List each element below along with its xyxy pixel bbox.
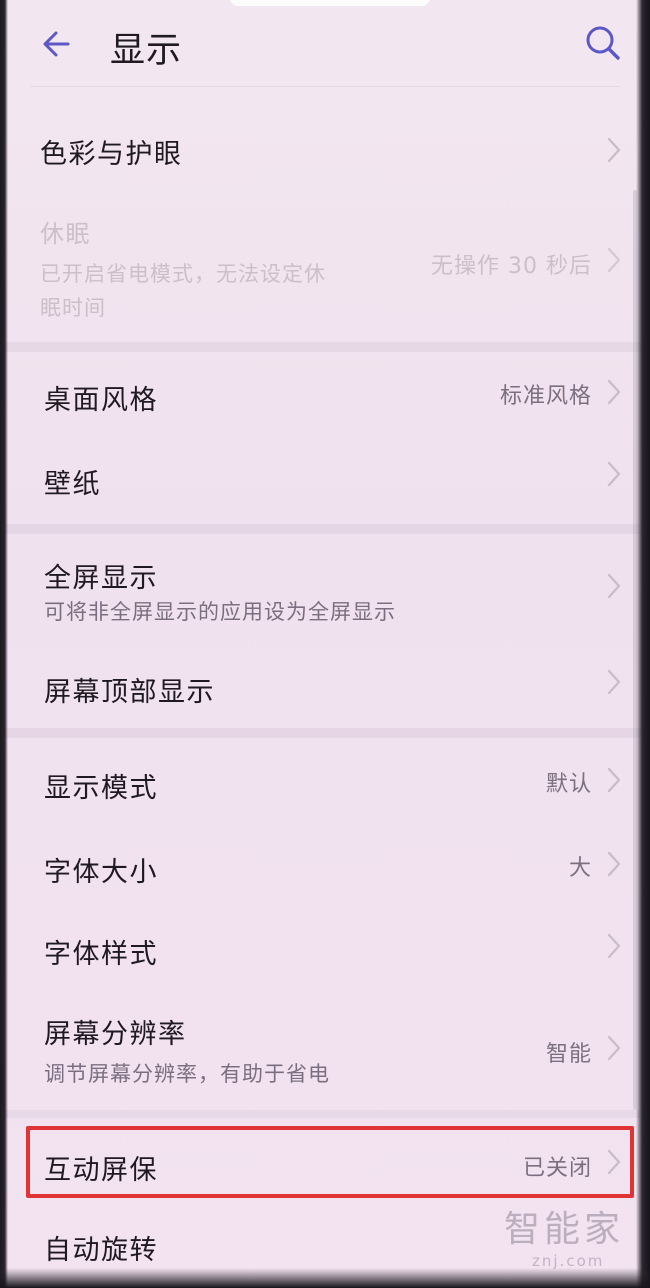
settings-item-value: 标准风格	[499, 384, 592, 409]
chevron-right-icon	[607, 669, 621, 695]
settings-item-description: 可将非全屏显示的应用设为全屏显示	[44, 600, 396, 624]
settings-item-value: 大	[568, 856, 592, 881]
settings-item-value: 无操作 30 秒后	[431, 254, 592, 279]
chevron-right-icon	[607, 851, 621, 877]
settings-item-display-mode[interactable]: 显示模式 默认	[0, 742, 650, 822]
settings-item-interactive-screensaver[interactable]: 互动屏保 已关闭	[0, 1126, 650, 1198]
settings-item-label: 自动旋转	[44, 1235, 158, 1266]
settings-list: 色彩与护眼 休眠 已开启省电模式，无法设定休 眠时间 无操作 30 秒后 桌面风…	[0, 0, 650, 1288]
settings-item-screen-resolution[interactable]: 屏幕分辨率 调节屏幕分辨率，有助于省电 智能	[0, 996, 650, 1108]
settings-item-description: 调节屏幕分辨率，有助于省电	[44, 1062, 330, 1086]
section-divider	[0, 342, 650, 352]
settings-item-value: 默认	[545, 772, 592, 797]
settings-item-font-style[interactable]: 字体样式	[0, 910, 650, 990]
settings-item-color-eye-comfort[interactable]: 色彩与护眼	[0, 108, 650, 188]
settings-item-fullscreen-display[interactable]: 全屏显示 可将非全屏显示的应用设为全屏显示	[0, 538, 650, 648]
settings-item-label: 互动屏保	[44, 1155, 158, 1186]
chevron-right-icon	[607, 379, 621, 405]
chevron-right-icon	[607, 1149, 621, 1175]
chevron-right-icon	[607, 573, 621, 599]
settings-item-label: 字体样式	[44, 939, 158, 970]
settings-item-value: 智能	[545, 1042, 592, 1067]
chevron-right-icon	[607, 767, 621, 793]
settings-item-label: 字体大小	[44, 857, 158, 888]
chevron-right-icon	[607, 137, 621, 163]
section-divider	[0, 524, 650, 534]
chevron-right-icon	[607, 247, 621, 273]
settings-item-label: 全屏显示	[44, 563, 158, 594]
settings-item-label: 桌面风格	[44, 385, 158, 416]
settings-item-description: 眠时间	[40, 296, 106, 320]
settings-item-description: 已开启省电模式，无法设定休	[40, 262, 326, 286]
section-divider	[0, 728, 650, 738]
settings-item-label: 休眠	[40, 220, 91, 248]
device-bezel-bottom	[0, 1268, 650, 1288]
settings-item-value: 已关闭	[522, 1156, 592, 1181]
settings-item-label: 屏幕分辨率	[44, 1019, 187, 1050]
chevron-right-icon	[607, 461, 621, 487]
chevron-right-icon	[607, 1035, 621, 1061]
chevron-right-icon	[607, 933, 621, 959]
settings-item-top-of-screen-display[interactable]: 屏幕顶部显示	[0, 650, 650, 726]
section-divider	[0, 1110, 650, 1118]
device-bezel-left	[0, 0, 8, 1288]
settings-item-label: 屏幕顶部显示	[44, 677, 215, 708]
settings-item-home-style[interactable]: 桌面风格 标准风格	[0, 356, 650, 436]
settings-item-label: 色彩与护眼	[40, 139, 183, 170]
settings-item-wallpaper[interactable]: 壁纸	[0, 440, 650, 520]
settings-item-label: 显示模式	[44, 773, 158, 804]
device-bezel-right	[636, 0, 650, 1288]
settings-item-sleep: 休眠 已开启省电模式，无法设定休 眠时间 无操作 30 秒后	[0, 196, 650, 336]
settings-item-font-size[interactable]: 字体大小 大	[0, 826, 650, 906]
display-settings-screen: 显示 色彩与护眼 休眠 已开启省电模式，无法设定休 眠时间 无操作 30 秒后	[0, 0, 650, 1288]
settings-item-label: 壁纸	[44, 469, 101, 500]
